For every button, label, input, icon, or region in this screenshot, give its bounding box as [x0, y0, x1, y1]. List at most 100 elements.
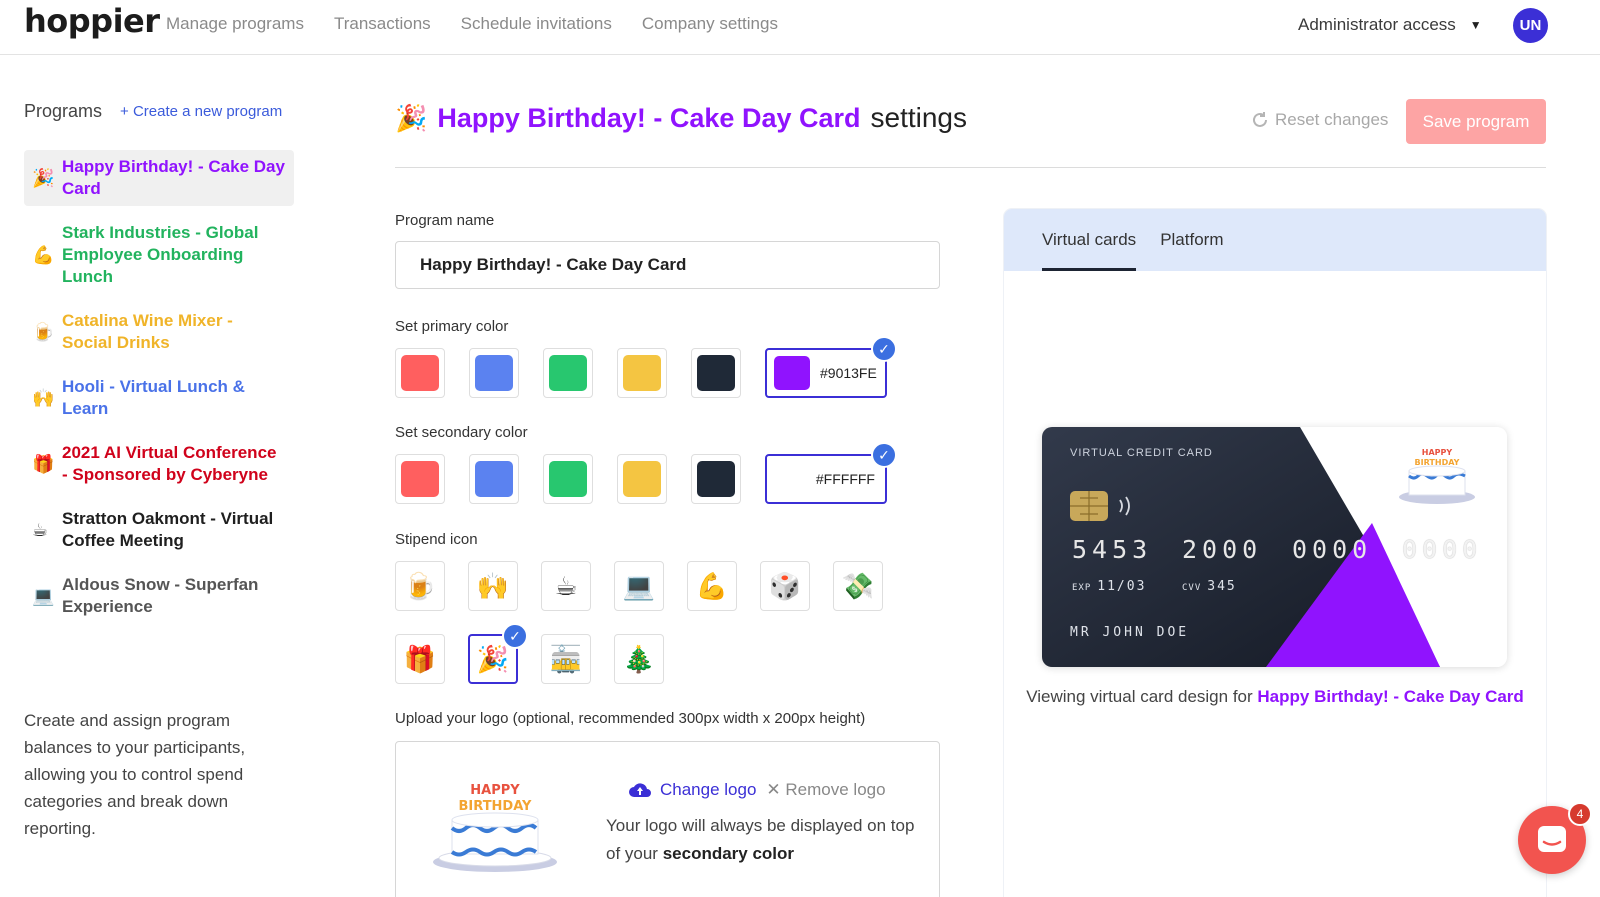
- swatch-fill: [401, 461, 439, 497]
- svg-text:BIRTHDAY: BIRTHDAY: [459, 799, 533, 814]
- program-item[interactable]: 💻 Aldous Snow - Superfan Experience: [24, 568, 294, 624]
- secondary-swatch-dark[interactable]: [691, 454, 741, 504]
- change-logo-label: Change logo: [660, 780, 757, 799]
- coffee-icon[interactable]: ☕: [541, 561, 591, 611]
- chat-unread-badge: 4: [1568, 802, 1592, 826]
- checkmark-icon: ✓: [871, 442, 897, 468]
- program-name: 2021 AI Virtual Conference - Sponsored b…: [62, 443, 277, 484]
- stipend-icons-row: 🍺 🙌 ☕ 💻 💪 🎲 💸: [395, 561, 883, 611]
- gift-icon[interactable]: 🎁: [395, 634, 445, 684]
- change-logo-button[interactable]: Change logo: [628, 780, 756, 800]
- primary-swatch-dark[interactable]: [691, 348, 741, 398]
- program-name: Stratton Oakmont - Virtual Coffee Meetin…: [62, 509, 274, 550]
- admin-access-dropdown[interactable]: Administrator access ▼: [1298, 15, 1482, 35]
- secondary-swatch-red[interactable]: [395, 454, 445, 504]
- preview-tabs: Virtual cards Platform: [1004, 209, 1546, 271]
- secondary-color-label: Set secondary color: [395, 424, 528, 441]
- page-title-program: Happy Birthday! - Cake Day Card: [437, 102, 861, 133]
- expiry-label: EXP: [1072, 583, 1092, 593]
- card-title: VIRTUAL CREDIT CARD: [1070, 447, 1213, 459]
- beer-mug-icon: 🍺: [32, 321, 55, 342]
- card-number-group: 2000: [1182, 535, 1263, 564]
- program-item[interactable]: ☕ Stratton Oakmont - Virtual Coffee Meet…: [24, 502, 294, 558]
- card-expiry: EXP 11/03: [1072, 579, 1146, 594]
- cvv-label: CVV: [1182, 583, 1202, 593]
- programs-title: Programs: [24, 101, 103, 121]
- reset-changes-label: Reset changes: [1275, 110, 1389, 129]
- stipend-icons-row: 🎁 🎉 ✓ 🚋 🎄: [395, 623, 664, 684]
- party-popper-icon[interactable]: 🎉 ✓: [468, 623, 528, 684]
- program-name-input[interactable]: Happy Birthday! - Cake Day Card: [395, 241, 940, 289]
- stipend-icon-label: Stipend icon: [395, 531, 478, 548]
- dice-icon[interactable]: 🎲: [760, 561, 810, 611]
- raising-hands-icon[interactable]: 🙌: [468, 561, 518, 611]
- caret-down-icon: ▼: [1469, 18, 1482, 32]
- birthday-cake-logo: HAPPY BIRTHDAY: [433, 783, 557, 872]
- swatch-fill: [401, 355, 439, 391]
- primary-color-label: Set primary color: [395, 318, 509, 335]
- save-program-button[interactable]: Save program: [1406, 99, 1546, 144]
- logo-note-bold: secondary color: [662, 844, 795, 863]
- primary-custom-color[interactable]: #9013FE ✓: [765, 336, 897, 398]
- program-name: Stark Industries - Global Employee Onboa…: [62, 223, 259, 286]
- swatch-fill: [549, 355, 587, 391]
- nav-manage-programs[interactable]: Manage programs: [166, 14, 304, 34]
- create-program-link[interactable]: + Create a new program: [120, 103, 282, 120]
- primary-hex-value[interactable]: #9013FE: [820, 365, 877, 381]
- secondary-swatch-yellow[interactable]: [617, 454, 667, 504]
- swatch-fill: [774, 356, 810, 390]
- secondary-swatch-blue[interactable]: [469, 454, 519, 504]
- secondary-swatch-green[interactable]: [543, 454, 593, 504]
- primary-swatch-green[interactable]: [543, 348, 593, 398]
- tab-virtual-cards[interactable]: Virtual cards: [1042, 209, 1137, 271]
- secondary-hex-value[interactable]: #FFFFFF: [816, 471, 875, 487]
- remove-logo-label: Remove logo: [785, 780, 886, 799]
- nav-company-settings[interactable]: Company settings: [642, 14, 778, 34]
- nav-transactions[interactable]: Transactions: [334, 14, 431, 34]
- logo-note: Your logo will always be displayed on to…: [606, 812, 926, 868]
- expiry-value: 11/03: [1097, 579, 1147, 594]
- card-number-group: 0000: [1402, 535, 1483, 564]
- remove-logo-button[interactable]: ✕ Remove logo: [766, 780, 885, 800]
- nav-links: Manage programs Transactions Schedule in…: [166, 14, 778, 34]
- tram-icon[interactable]: 🚋: [541, 634, 591, 684]
- program-item[interactable]: 🙌 Hooli - Virtual Lunch & Learn: [24, 370, 294, 426]
- secondary-custom-color[interactable]: #FFFFFF ✓: [765, 442, 897, 504]
- primary-swatch-blue[interactable]: [469, 348, 519, 398]
- program-name: Hooli - Virtual Lunch & Learn: [62, 377, 245, 418]
- christmas-tree-icon[interactable]: 🎄: [614, 634, 664, 684]
- beer-mug-icon[interactable]: 🍺: [395, 561, 445, 611]
- tab-platform[interactable]: Platform: [1160, 209, 1223, 271]
- virtual-card: HAPPY BIRTHDAY VIRTUAL CREDIT CARD 5453 …: [1042, 427, 1507, 667]
- swatch-fill: [623, 461, 661, 497]
- program-item[interactable]: 🍺 Catalina Wine Mixer - Social Drinks: [24, 304, 294, 360]
- sidebar-description: Create and assign program balances to yo…: [24, 711, 246, 838]
- program-name: Aldous Snow - Superfan Experience: [62, 575, 259, 616]
- app-logo[interactable]: hoppier: [24, 2, 160, 40]
- nav-schedule-invitations[interactable]: Schedule invitations: [461, 14, 612, 34]
- computer-icon: 💻: [32, 585, 55, 606]
- chat-launcher-button[interactable]: 4: [1518, 802, 1592, 874]
- computer-icon[interactable]: 💻: [614, 561, 664, 611]
- secondary-color-swatches: #FFFFFF ✓: [395, 442, 897, 504]
- programs-header: Programs + Create a new program: [24, 101, 282, 122]
- flexed-biceps-icon: 💪: [32, 244, 55, 265]
- avatar[interactable]: UN: [1513, 8, 1548, 43]
- swatch-fill: [623, 355, 661, 391]
- reset-changes-button[interactable]: Reset changes: [1251, 110, 1388, 130]
- program-item[interactable]: 🎉 Happy Birthday! - Cake Day Card: [24, 150, 294, 206]
- program-item[interactable]: 🎁 2021 AI Virtual Conference - Sponsored…: [24, 436, 294, 492]
- raising-hands-icon: 🙌: [32, 387, 55, 408]
- top-nav: hoppier Manage programs Transactions Sch…: [0, 0, 1600, 55]
- program-item[interactable]: 💪 Stark Industries - Global Employee Onb…: [24, 216, 294, 294]
- cloud-upload-icon: [629, 783, 651, 797]
- primary-swatch-red[interactable]: [395, 348, 445, 398]
- primary-swatch-yellow[interactable]: [617, 348, 667, 398]
- svg-text:HAPPY: HAPPY: [1422, 448, 1453, 457]
- program-name-label: Program name: [395, 212, 495, 229]
- viewing-caption: Viewing virtual card design for Happy Bi…: [1024, 683, 1526, 711]
- money-wings-icon[interactable]: 💸: [833, 561, 883, 611]
- card-number-group: 5453: [1072, 535, 1153, 564]
- page-title-suffix: settings: [870, 102, 968, 133]
- flexed-biceps-icon[interactable]: 💪: [687, 561, 737, 611]
